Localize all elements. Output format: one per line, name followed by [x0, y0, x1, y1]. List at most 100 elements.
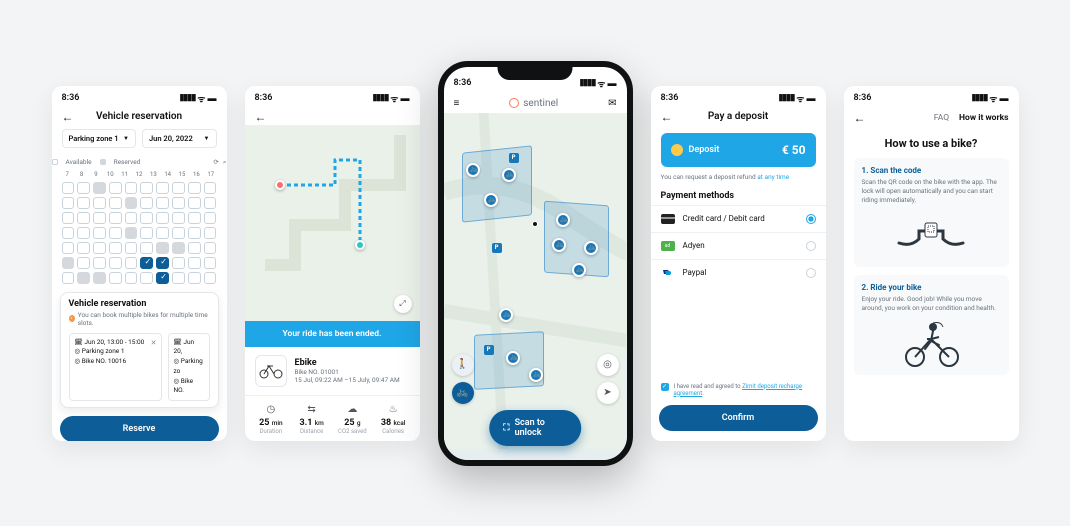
page-title: Pay a deposit [673, 111, 804, 122]
map[interactable]: ⤢ [245, 125, 420, 321]
handlebar-illustration [862, 211, 1001, 259]
bike-icon [255, 355, 287, 387]
date-select[interactable]: Jun 20, 2022▼ [142, 129, 217, 148]
confirm-button[interactable]: Confirm [659, 405, 818, 431]
station-icon[interactable] [584, 241, 598, 255]
station-icon[interactable] [556, 213, 570, 227]
top-bar: ≡ sentinel ✉ [444, 92, 627, 113]
step-card: 1. Scan the code Scan the QR code on the… [854, 158, 1009, 267]
time: 8:36 [661, 93, 679, 103]
station-icon[interactable] [466, 163, 480, 177]
stat-distance: ⇆3.1 kmDistance [291, 404, 332, 435]
inbox-icon[interactable]: ✉ [608, 98, 616, 109]
radio-icon [806, 214, 816, 224]
bike-card: Ebike Bike NO. 01001 15 Jul, 09:22 AM –1… [245, 347, 420, 395]
start-pin-icon [275, 180, 285, 190]
search-icon[interactable]: ⌕ [223, 158, 227, 167]
screen-map-main: 8:36 ▮▮▮▮ᯤ▬ ≡ sentinel ✉ P P P ◎ ➤ [438, 61, 633, 466]
status-bar: 8:36 ▮▮▮▮ᯤ▬ [52, 86, 227, 107]
reserve-button[interactable]: Reserve [60, 416, 219, 441]
station-icon[interactable] [499, 308, 513, 322]
station-icon[interactable] [552, 238, 566, 252]
back-icon[interactable]: ← [854, 111, 866, 125]
navigate-icon[interactable]: ➤ [597, 382, 619, 404]
user-location-icon [532, 221, 538, 227]
tab-howitworks[interactable]: How it works [959, 113, 1008, 123]
pm-adyen[interactable]: adAdyen [651, 232, 826, 259]
notch [498, 66, 573, 80]
parking-icon[interactable]: P [492, 243, 502, 253]
card-icon [661, 214, 675, 224]
qr-icon: ⛶ [503, 423, 509, 433]
brand: sentinel [509, 98, 558, 109]
tab-faq[interactable]: FAQ [934, 113, 949, 123]
info-icon: • [69, 315, 75, 322]
adyen-icon: ad [661, 241, 675, 251]
reservation-panel: Vehicle reservation •You can book multip… [60, 292, 219, 409]
status-icons: ▮▮▮▮ᯤ▬ [971, 92, 1008, 105]
map[interactable]: P P P ◎ ➤ 🚶 🚲 ⛶ Scan to unlock [444, 113, 627, 460]
header: ← Vehicle reservation [52, 107, 227, 129]
stat-calories: ♨38 kcalCalories [373, 404, 414, 435]
station-icon[interactable] [529, 368, 543, 382]
station-icon[interactable] [506, 351, 520, 365]
time: 8:36 [854, 93, 872, 103]
refund-link[interactable]: at any time [757, 173, 789, 181]
close-icon[interactable]: ✕ [151, 338, 157, 349]
agree-row[interactable]: ✓ I have read and agreed to Zimit deposi… [661, 373, 816, 397]
status-bar: 8:36 ▮▮▮▮ᯤ▬ [651, 86, 826, 107]
chevron-down-icon: ▼ [123, 135, 129, 142]
screen-reservation: 8:36 ▮▮▮▮ᯤ▬ ← Vehicle reservation Parkin… [52, 86, 227, 441]
back-icon[interactable]: ← [661, 111, 673, 123]
step-heading: 1. Scan the code [862, 166, 1001, 175]
reservation-card[interactable]: 🗓 Jun 20, ◎ Parking zo ◎ Bike NO. [168, 333, 210, 402]
bike-name: Ebike [295, 358, 400, 368]
radio-icon [806, 268, 816, 278]
parking-icon[interactable]: P [509, 153, 519, 163]
locate-icon[interactable]: ◎ [597, 354, 619, 376]
station-icon[interactable] [502, 168, 516, 182]
deposit-card: Deposit € 50 [661, 133, 816, 167]
refund-text: You can request a deposit refund at any … [661, 173, 816, 181]
parking-icon[interactable]: P [484, 345, 494, 355]
checkbox-icon[interactable]: ✓ [661, 383, 669, 391]
status-icons: ▮▮▮▮ᯤ▬ [778, 92, 815, 105]
rider-illustration [862, 319, 1001, 367]
recenter-icon[interactable]: ⤢ [394, 295, 412, 313]
step-heading: 2. Ride your bike [862, 283, 1001, 292]
step-text: Scan the QR code on the bike with the ap… [862, 178, 1001, 205]
back-icon[interactable]: ← [255, 111, 267, 123]
refresh-icon[interactable]: ⟳ [213, 158, 218, 167]
stats-row: ◷25 minDuration ⇆3.1 kmDistance ☁25 gCO2… [245, 395, 420, 441]
status-icons: ▮▮▮▮ᯤ▬ [179, 92, 216, 105]
step-card: 2. Ride your bike Enjoy your ride. Good … [854, 275, 1009, 375]
clock-icon: ◷ [251, 404, 292, 415]
stat-duration: ◷25 minDuration [251, 404, 292, 435]
header: ← FAQ How it works [844, 107, 1019, 131]
screen-ride-ended: 8:36 ▮▮▮▮ᯤ▬ ← ⤢ Your ride has been ended… [245, 86, 420, 441]
deposit-amount: € 50 [782, 143, 806, 157]
logo-icon [509, 98, 519, 108]
paypal-icon [661, 268, 675, 278]
filter-walk-icon[interactable]: 🚶 [452, 354, 474, 376]
station-icon[interactable] [572, 263, 586, 277]
scan-button[interactable]: ⛶ Scan to unlock [489, 410, 581, 446]
page-title: How to use a bike? [844, 137, 1019, 150]
menu-icon[interactable]: ≡ [454, 98, 460, 109]
legend: Available Reserved ⟳ ⌕ [52, 154, 227, 171]
back-icon[interactable]: ← [62, 111, 74, 123]
radio-icon [806, 241, 816, 251]
status-bar: 8:36 ▮▮▮▮ᯤ▬ [245, 86, 420, 107]
pm-card[interactable]: Credit card / Debit card [651, 205, 826, 232]
route-line [245, 125, 420, 285]
status-icons: ▮▮▮▮ᯤ▬ [579, 77, 616, 90]
filter-bike-icon[interactable]: 🚲 [452, 382, 474, 404]
zone-select[interactable]: Parking zone 1▼ [62, 129, 137, 148]
pm-heading: Payment methods [661, 191, 816, 201]
pm-paypal[interactable]: Paypal [651, 259, 826, 286]
ride-time: 15 Jul, 09:22 AM –15 July, 09:47 AM [295, 376, 400, 384]
availability-grid[interactable] [52, 178, 227, 286]
reservation-card[interactable]: ✕ 🗓 Jun 20, 13:00 - 15:00 ◎ Parking zone… [69, 333, 162, 402]
status-icons: ▮▮▮▮ᯤ▬ [372, 92, 409, 105]
station-icon[interactable] [484, 193, 498, 207]
